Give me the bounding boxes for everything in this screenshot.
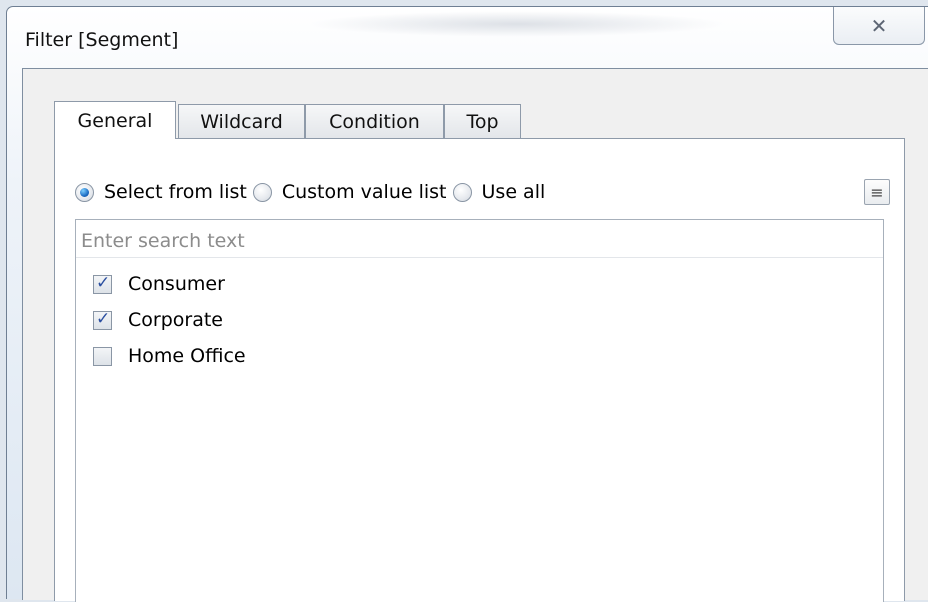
use-all-radio[interactable] — [452, 182, 472, 202]
select-from-list-label[interactable]: Select from list — [104, 181, 247, 203]
search-input[interactable] — [76, 220, 883, 258]
filter-dialog: Filter [Segment] ✕ General Wildcard Cond… — [6, 6, 928, 602]
custom-value-list-radio[interactable] — [252, 182, 272, 202]
custom-value-list-label[interactable]: Custom value list — [282, 181, 447, 203]
list-item-label: Corporate — [128, 309, 223, 331]
list-item-label: Consumer — [128, 273, 225, 295]
tab-condition[interactable]: Condition — [305, 104, 444, 138]
list-item-consumer[interactable]: Consumer — [93, 266, 246, 302]
consumer-checkbox[interactable] — [93, 273, 112, 294]
list-item-corporate[interactable]: Corporate — [93, 302, 246, 338]
menu-icon: ≡ — [870, 182, 884, 202]
general-tab-panel: Select from list Custom value list Use a… — [54, 138, 905, 602]
selection-mode-group: Select from list Custom value list Use a… — [75, 179, 551, 205]
value-listbox: Consumer Corporate Home Office — [75, 219, 884, 602]
list-item-home-office[interactable]: Home Office — [93, 338, 246, 374]
titlebar-background — [307, 11, 727, 37]
tab-general[interactable]: General — [54, 101, 176, 139]
close-button[interactable]: ✕ — [833, 7, 925, 45]
dialog-body: General Wildcard Condition Top Select fr… — [22, 68, 928, 602]
corporate-checkbox[interactable] — [93, 309, 112, 330]
list-options-button[interactable]: ≡ — [864, 179, 890, 205]
tab-wildcard[interactable]: Wildcard — [178, 104, 305, 138]
tab-top[interactable]: Top — [444, 104, 521, 138]
close-icon: ✕ — [870, 13, 888, 38]
home-office-checkbox[interactable] — [93, 346, 112, 366]
dialog-title: Filter [Segment] — [25, 29, 179, 51]
select-from-list-radio[interactable] — [75, 182, 94, 202]
use-all-label[interactable]: Use all — [482, 181, 546, 203]
value-list: Consumer Corporate Home Office — [93, 266, 246, 374]
list-item-label: Home Office — [128, 345, 246, 367]
